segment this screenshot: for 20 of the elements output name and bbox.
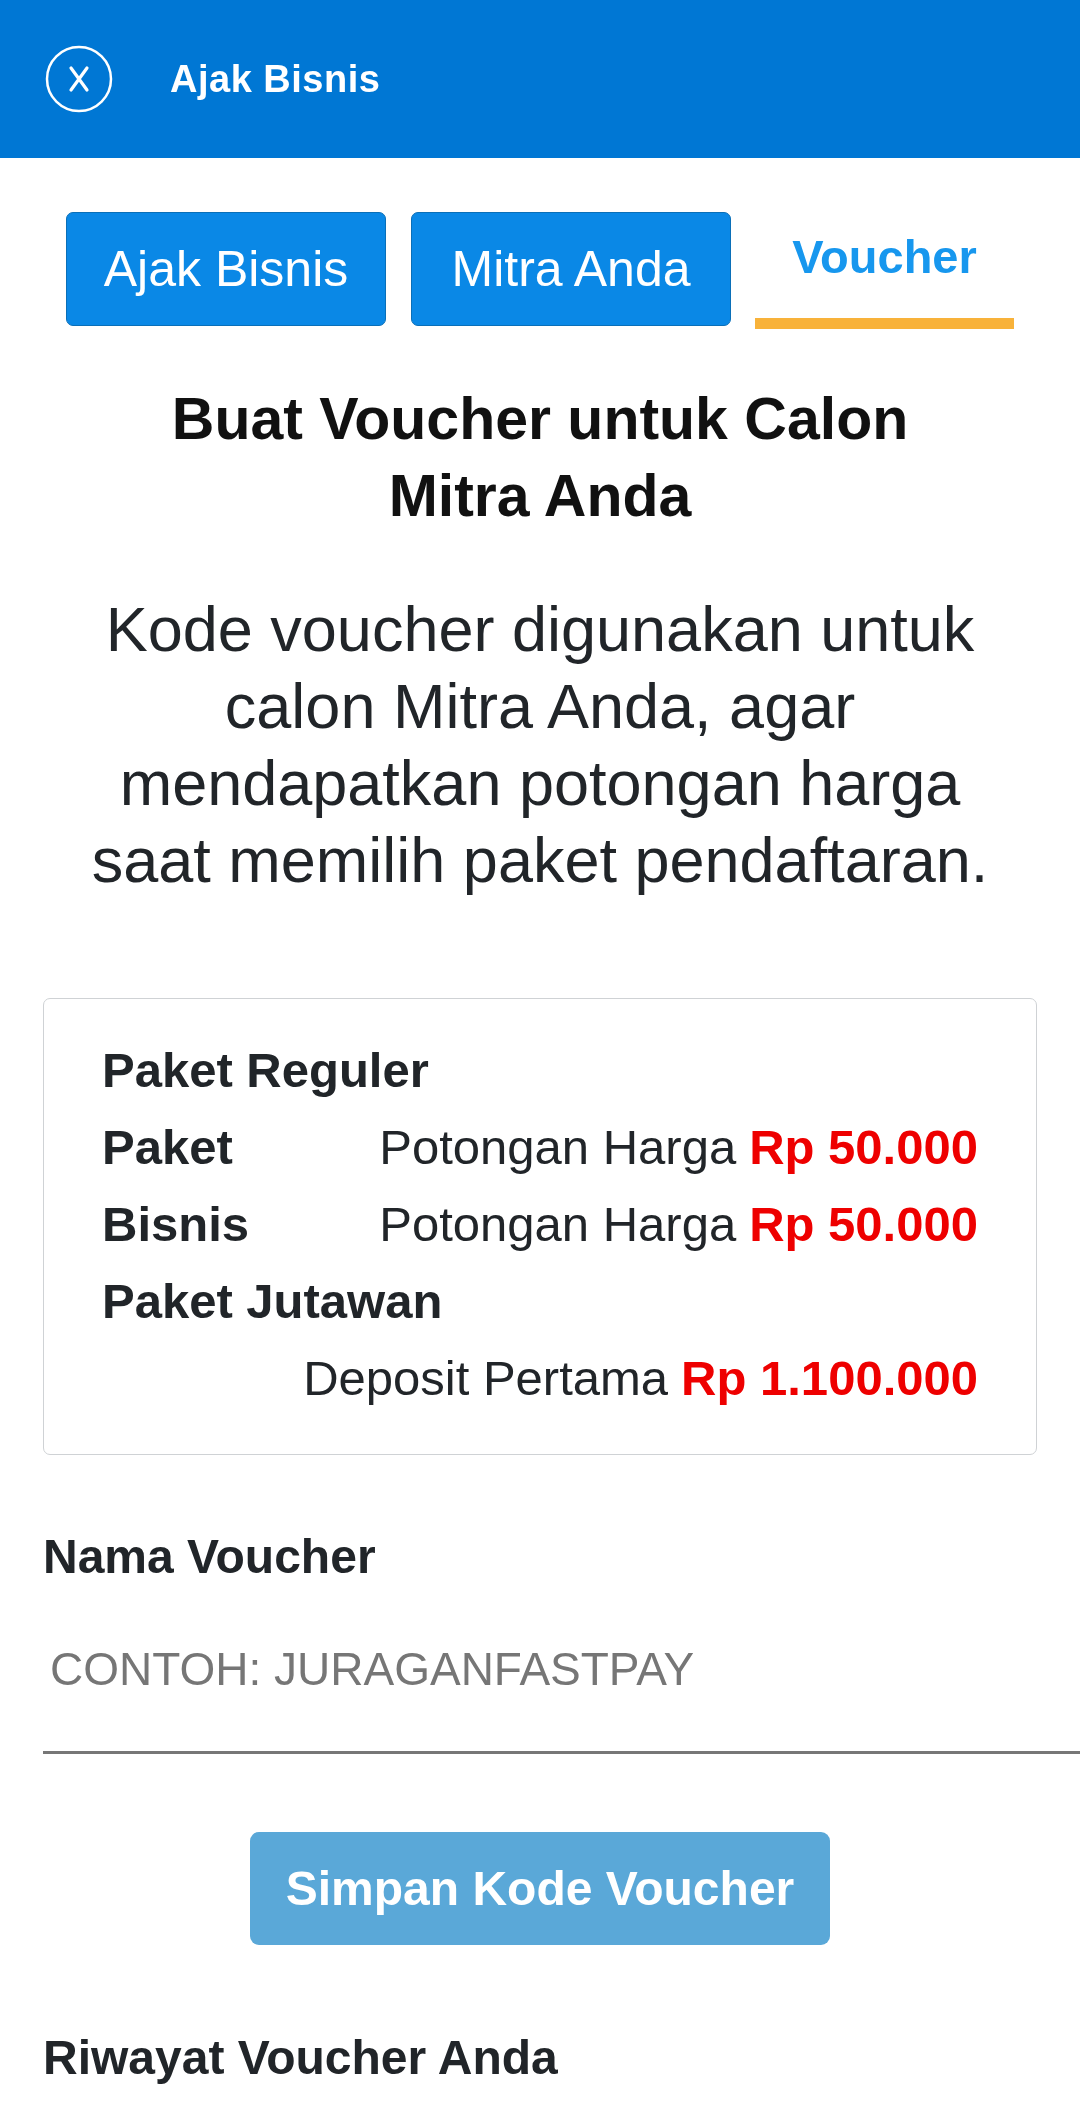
offer-amount: Rp 1.100.000 (681, 1349, 978, 1406)
tab[interactable]: Mitra Anda (411, 212, 731, 326)
page-heading: Buat Voucher untuk Calon Mitra Anda (170, 385, 910, 531)
package-label: Bisnis (102, 1195, 250, 1252)
offer-amount: Rp 50.000 (749, 1195, 978, 1252)
description-text: Kode voucher digunakan untuk calon Mitra Anda, agar mendapatkan potongan harga saat memilih paket pendaftaran. (90, 593, 990, 897)
package-label: Paket Reguler (102, 1041, 429, 1098)
offer-detail: Deposit Pertama (303, 1349, 669, 1406)
offer-detail: Potongan Harga (379, 1195, 737, 1252)
section-heading: Riwayat Voucher Anda (43, 2030, 558, 2086)
voucher-name-input[interactable]: CONTOH: JURAGANFASTPAY (43, 1587, 1080, 1754)
package-label: Paket (102, 1118, 233, 1175)
tab[interactable]: Voucher (755, 212, 1014, 329)
close-icon[interactable] (45, 45, 113, 113)
tab[interactable]: Ajak Bisnis (66, 212, 386, 326)
offer-detail: Potongan Harga (379, 1118, 737, 1175)
field-label: Nama Voucher (43, 1529, 376, 1585)
offer-amount: Rp 50.000 (749, 1118, 978, 1175)
app-bar-title: Ajak Bisnis (170, 57, 381, 102)
package-label: Paket Jutawan (102, 1272, 443, 1329)
